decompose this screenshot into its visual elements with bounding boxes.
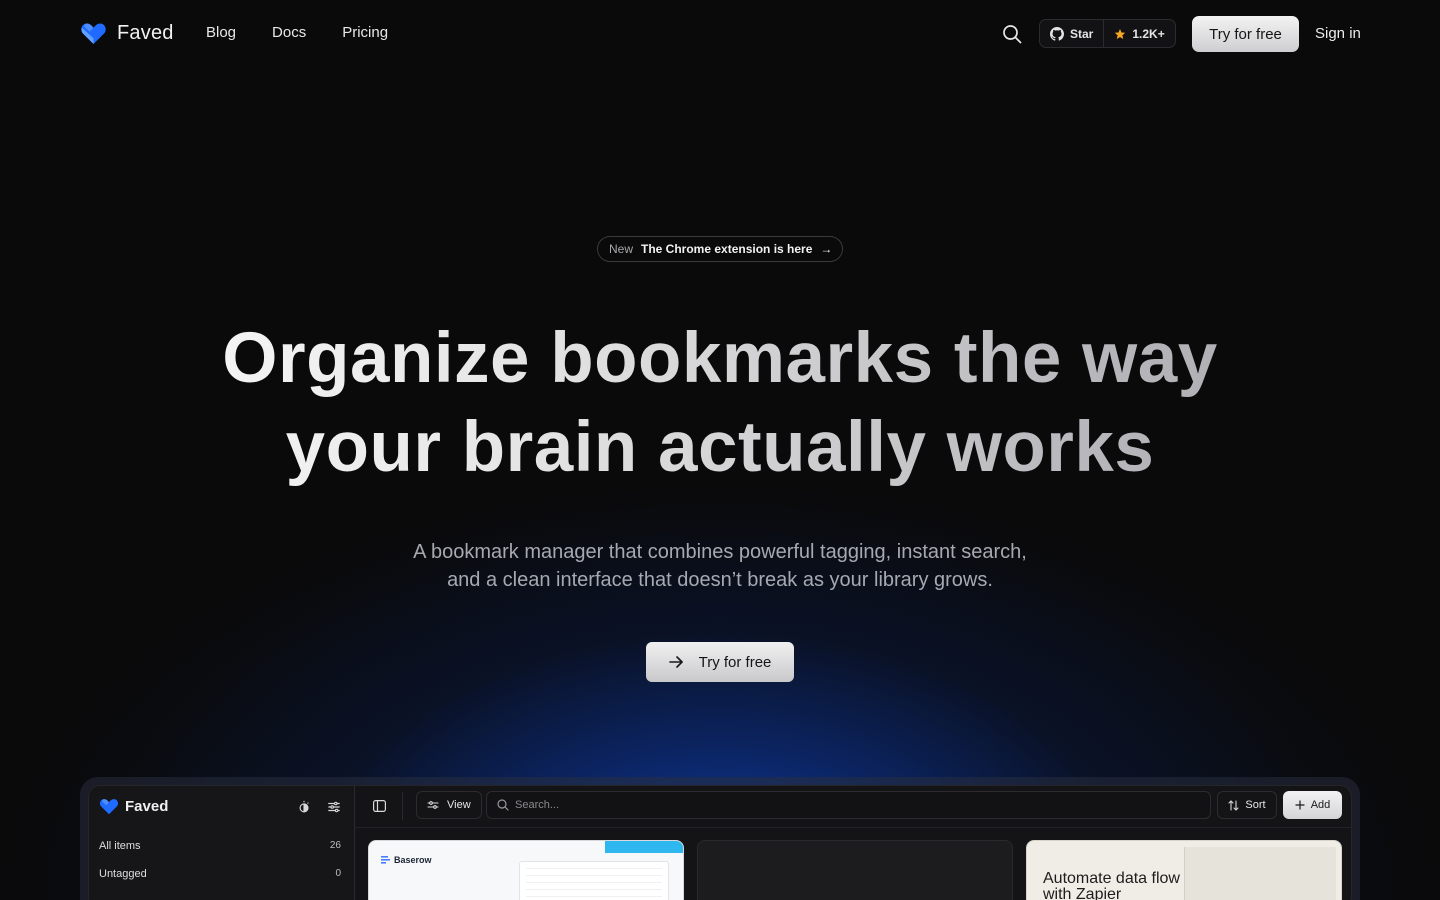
brand-logo[interactable]: Faved: [80, 22, 174, 45]
view-button[interactable]: View: [416, 791, 482, 819]
sidebar-item-untagged[interactable]: Untagged 0: [99, 868, 341, 880]
plus-icon: [1295, 800, 1305, 810]
github-count-label: 1.2K+: [1132, 26, 1165, 41]
sidebar-item-count: 26: [329, 840, 341, 851]
top-nav: Faved Blog Docs Pricing Star 1.2K+ Try f…: [0, 0, 1440, 68]
card-title: Baserow: [394, 855, 432, 865]
app-toolbar: View Sort Add: [355, 786, 1351, 828]
card-table-preview: [519, 861, 669, 900]
heart-logo-icon: [99, 799, 119, 815]
filter-settings-icon[interactable]: [327, 800, 341, 814]
app-brand: Faved: [99, 798, 168, 815]
sort-button[interactable]: Sort: [1217, 791, 1277, 819]
badge-new-label: New: [609, 242, 634, 256]
app-search-input[interactable]: [515, 799, 1195, 811]
github-star-widget[interactable]: Star 1.2K+: [1039, 19, 1176, 48]
try-for-free-cta-button[interactable]: Try for free: [646, 642, 794, 682]
app-search-field[interactable]: [486, 791, 1211, 819]
sidebar-item-count: 0: [335, 868, 341, 879]
subtitle-line-1: A bookmark manager that combines powerfu…: [413, 541, 1027, 563]
try-for-free-nav-button[interactable]: Try for free: [1192, 16, 1299, 52]
app-sidebar: Faved All items 26 Untagged 0: [89, 786, 355, 900]
hero-headline: Organize bookmarks the way your brain ac…: [0, 314, 1440, 492]
arrow-right-icon: [668, 656, 683, 668]
hero-subtitle: A bookmark manager that combines powerfu…: [0, 538, 1440, 594]
headline-line-1: Organize bookmarks the way: [222, 319, 1218, 398]
github-star-label: Star: [1070, 26, 1094, 41]
nav-link-blog[interactable]: Blog: [206, 24, 236, 41]
nav-links: Blog Docs Pricing: [206, 24, 388, 41]
star-icon: [1115, 28, 1126, 39]
search-icon: [497, 799, 509, 811]
view-label: View: [447, 799, 471, 811]
nav-link-docs[interactable]: Docs: [272, 24, 306, 41]
bookmark-card-dark[interactable]: [697, 840, 1013, 900]
sidebar-item-all-items[interactable]: All items 26: [99, 840, 341, 852]
sidebar-toggle-icon[interactable]: [373, 800, 386, 812]
card-image-panel: [1184, 847, 1336, 900]
theme-toggle-icon[interactable]: [297, 800, 311, 814]
github-star-count[interactable]: 1.2K+: [1104, 20, 1174, 47]
add-button[interactable]: Add: [1283, 791, 1342, 819]
sidebar-item-label: All items: [99, 840, 141, 852]
arrow-right-icon: →: [820, 242, 833, 256]
nav-link-pricing[interactable]: Pricing: [342, 24, 388, 41]
github-icon: [1050, 26, 1064, 41]
chrome-extension-badge[interactable]: New The Chrome extension is here →: [597, 236, 843, 262]
toolbar-divider: [402, 792, 403, 820]
sort-label: Sort: [1245, 799, 1266, 811]
bookmark-card-baserow[interactable]: Baserow: [368, 840, 684, 900]
headline-line-2: your brain actually works: [285, 408, 1155, 487]
sidebar-item-label: Untagged: [99, 868, 147, 880]
heart-logo-icon: [81, 23, 106, 45]
card-accent-bar: [605, 841, 683, 853]
baserow-logo: Baserow: [381, 855, 432, 865]
github-star-button[interactable]: Star: [1040, 20, 1105, 47]
sliders-icon: [427, 801, 439, 809]
app-preview: Faved All items 26 Untagged 0 View Searc…: [80, 777, 1360, 900]
badge-text: The Chrome extension is here: [641, 242, 813, 256]
cta-label: Try for free: [698, 653, 772, 671]
brand-name: Faved: [117, 22, 174, 44]
bookmark-card-zapier[interactable]: Automate data flow with Zapier: [1026, 840, 1342, 900]
subtitle-line-2: and a clean interface that doesn’t break…: [447, 569, 993, 591]
sort-arrows-icon: [1228, 799, 1239, 811]
sign-in-link[interactable]: Sign in: [1315, 25, 1361, 42]
app-brand-name: Faved: [125, 798, 169, 815]
app-window: Faved All items 26 Untagged 0 View Searc…: [88, 785, 1352, 900]
card-title: Automate data flow with Zapier: [1043, 870, 1180, 900]
add-label: Add: [1310, 799, 1331, 811]
search-icon[interactable]: [1002, 24, 1022, 44]
baserow-icon: [381, 856, 390, 864]
